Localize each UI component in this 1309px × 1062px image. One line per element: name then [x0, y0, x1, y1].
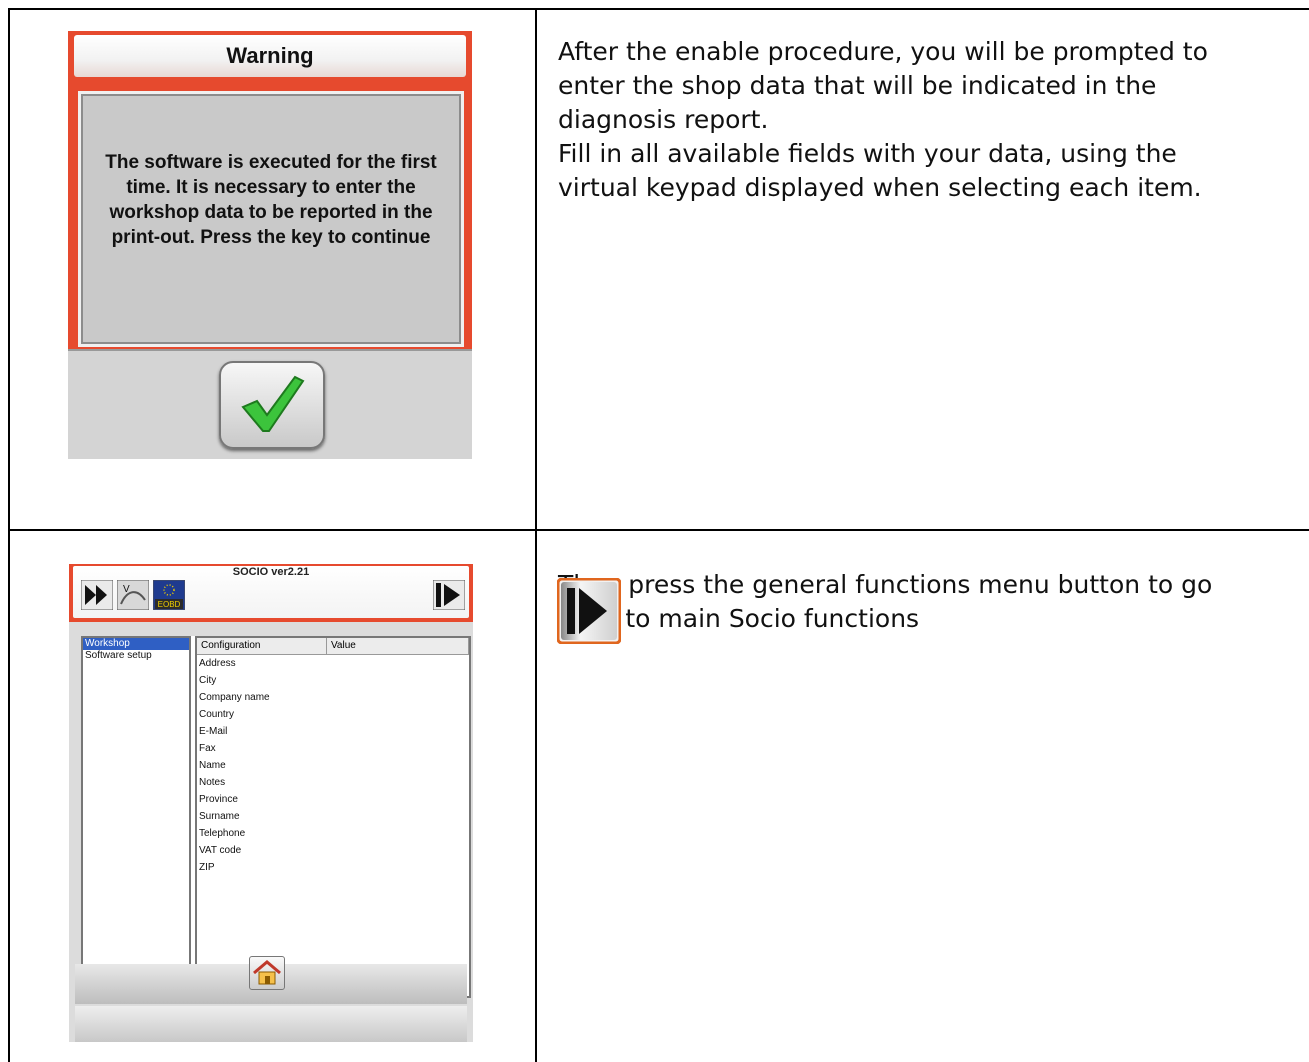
- warning-title: Warning: [226, 43, 314, 68]
- warning-frame: Warning The software is executed for the…: [68, 31, 472, 349]
- svg-text:V: V: [123, 584, 130, 595]
- socio-screen: SOCIO ver2.21 V EOBD Workshop Software s…: [69, 564, 473, 1042]
- warning-title-bar: Warning: [74, 35, 466, 77]
- vehicle-icon[interactable]: V: [116, 579, 150, 611]
- description-1-line: After the enable procedure, you will be …: [558, 37, 1208, 66]
- socio-title: SOCIO ver2.21: [232, 566, 310, 578]
- table-border-top: [8, 8, 1309, 10]
- forward-icon[interactable]: [80, 579, 114, 611]
- socio-title-bar: SOCIO ver2.21 V EOBD: [73, 566, 469, 618]
- description-2-line: Then press the general functions menu bu…: [558, 570, 1213, 599]
- config-row-email[interactable]: E-Mail: [197, 723, 469, 740]
- configuration-list: Configuration Value Address City Company…: [195, 636, 471, 998]
- column-header-value[interactable]: Value: [327, 638, 469, 654]
- table-border-left: [8, 8, 10, 1062]
- warning-dialog: Warning The software is executed for the…: [68, 31, 472, 459]
- warning-body: The software is executed for the first t…: [78, 91, 464, 347]
- config-row-telephone[interactable]: Telephone: [197, 825, 469, 842]
- home-icon: [253, 960, 281, 985]
- config-row-address[interactable]: Address: [197, 655, 469, 672]
- config-row-surname[interactable]: Surname: [197, 808, 469, 825]
- configuration-header: Configuration Value: [197, 638, 469, 655]
- description-1-line: enter the shop data that will be indicat…: [558, 71, 1157, 100]
- column-header-configuration[interactable]: Configuration: [197, 638, 327, 654]
- category-item-workshop[interactable]: Workshop: [83, 638, 189, 650]
- config-row-company-name[interactable]: Company name: [197, 689, 469, 706]
- description-1: After the enable procedure, you will be …: [558, 35, 1298, 205]
- warning-footer: [68, 349, 472, 459]
- general-functions-button-icon: [556, 577, 622, 645]
- description-1-line: Fill in all available fields with your d…: [558, 139, 1177, 168]
- exit-icon[interactable]: [432, 579, 466, 611]
- category-list: Workshop Software setup: [81, 636, 191, 998]
- config-row-country[interactable]: Country: [197, 706, 469, 723]
- description-1-line: diagnosis report.: [558, 105, 769, 134]
- description-2: Then press the general functions menu bu…: [558, 568, 1303, 636]
- config-row-zip[interactable]: ZIP: [197, 859, 469, 876]
- table-border-mid: [8, 529, 1309, 531]
- home-button[interactable]: [249, 956, 285, 990]
- description-1-line: virtual keypad displayed when selecting …: [558, 173, 1202, 202]
- config-row-province[interactable]: Province: [197, 791, 469, 808]
- confirm-button[interactable]: [219, 361, 325, 449]
- config-row-name[interactable]: Name: [197, 757, 469, 774]
- description-2-line: back to main Socio functions: [558, 604, 920, 633]
- check-icon: [241, 375, 305, 432]
- socio-lists: Workshop Software setup Configuration Va…: [81, 636, 471, 998]
- eobd-icon[interactable]: EOBD: [152, 579, 186, 611]
- config-row-notes[interactable]: Notes: [197, 774, 469, 791]
- table-border-center: [535, 8, 537, 1062]
- socio-status-bar: [75, 1006, 467, 1042]
- config-row-vat-code[interactable]: VAT code: [197, 842, 469, 859]
- warning-message: The software is executed for the first t…: [105, 152, 437, 248]
- config-row-city[interactable]: City: [197, 672, 469, 689]
- config-row-fax[interactable]: Fax: [197, 740, 469, 757]
- eobd-label: EOBD: [158, 600, 181, 609]
- socio-header: SOCIO ver2.21 V EOBD: [69, 564, 473, 622]
- category-item-software-setup[interactable]: Software setup: [83, 650, 189, 662]
